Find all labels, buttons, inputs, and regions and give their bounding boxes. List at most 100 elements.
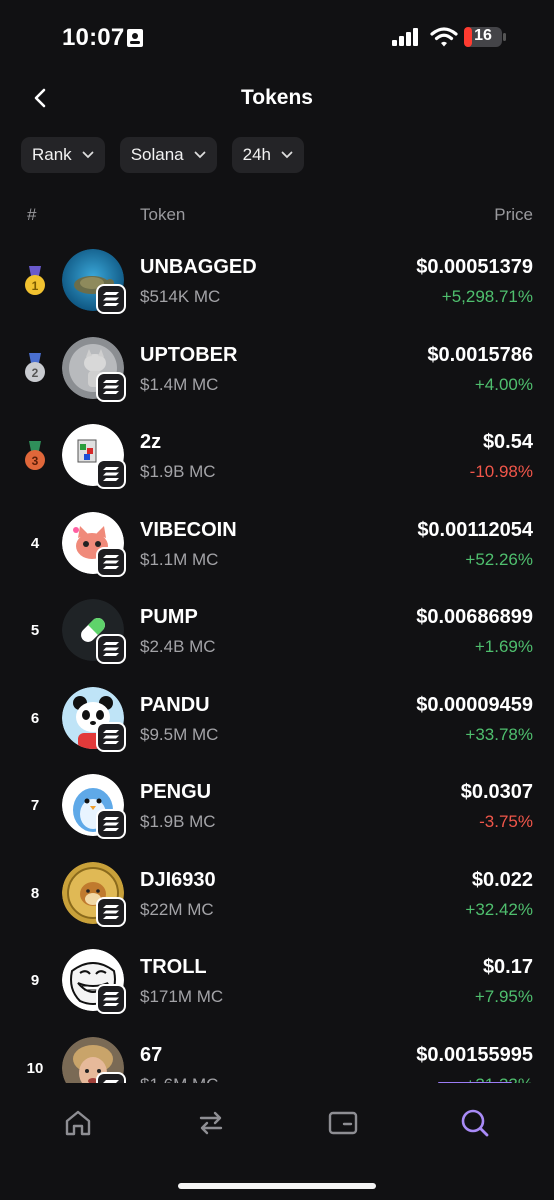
token-market-cap: $2.4B MC [140, 637, 216, 656]
filter-label: Solana [130, 145, 184, 164]
token-price: $0.17 [482, 956, 533, 978]
battery-level: 16 [474, 27, 492, 44]
token-market-cap: $1.6M MC [140, 1075, 218, 1084]
solana-chain-icon [96, 546, 126, 577]
status-time: 10:07 [62, 24, 125, 51]
id-card-icon [127, 29, 143, 47]
token-row[interactable]: 1 UNBAGGED $514K MC $0.00051379 +5,298.7… [0, 237, 554, 325]
page-title: Tokens [241, 86, 313, 109]
token-change: +4.00% [474, 374, 533, 394]
token-price: $0.00112054 [417, 518, 533, 541]
rank-number: 9 [30, 972, 40, 989]
token-row[interactable]: 4 VIBECOIN $1.1M MC $0.00112054 +52.26% [0, 500, 554, 588]
token-price: $0.0307 [460, 781, 533, 803]
silver-medal-icon: 2 [25, 353, 45, 382]
token-market-cap: $171M MC [140, 987, 224, 1006]
token-name: VIBECOIN [140, 518, 237, 541]
filter-label: 24h [242, 145, 271, 164]
token-change: +1.69% [474, 637, 533, 656]
column-header-token[interactable]: Token [140, 205, 185, 225]
token-row[interactable]: 7 PENGU $1.9B MC $0.0307 -3.75% [0, 762, 554, 850]
solana-chain-icon [96, 896, 126, 927]
token-price: $0.022 [471, 868, 533, 891]
solana-chain-icon [96, 634, 126, 664]
token-market-cap: $1.1M MC [140, 549, 219, 569]
token-name: 67 [140, 1043, 163, 1066]
token-market-cap: $22M MC [140, 899, 214, 919]
rank-cell: 3 [22, 412, 48, 499]
token-name: PANDU [140, 693, 210, 716]
search-icon [461, 1109, 489, 1137]
token-change: +33.78% [465, 724, 533, 744]
token-change: -10.98% [469, 462, 533, 481]
token-change: +32.42% [465, 899, 533, 919]
token-market-cap: $1.4M MC [140, 374, 219, 394]
nav-wallet-button[interactable] [323, 1103, 363, 1143]
token-price: $0.54 [482, 431, 533, 453]
token-change: +7.95% [474, 987, 533, 1006]
token-name: TROLL [140, 956, 207, 978]
token-row[interactable]: 8 DJI6930 $22M MC $0.022 +32.42% [0, 850, 554, 938]
token-row[interactable]: 3 2z $1.9B MC $0.54 -10.98% [0, 412, 554, 500]
rank-cell: 1 [22, 237, 48, 324]
rank-number: 8 [30, 884, 40, 902]
filter-bar: Rank Solana 24h [21, 137, 304, 173]
filter-label: Rank [32, 145, 72, 164]
token-change: +52.26% [465, 549, 533, 569]
cellular-signal-icon [392, 28, 418, 46]
solana-chain-icon [96, 1071, 126, 1083]
table-header: # Token Price [0, 205, 554, 229]
column-header-rank[interactable]: # [27, 205, 36, 225]
token-market-cap: $1.9B MC [140, 812, 216, 831]
token-price: $0.00686899 [416, 606, 533, 628]
token-market-cap: $514K MC [140, 287, 221, 306]
token-name: DJI6930 [140, 868, 216, 891]
gold-medal-icon: 1 [25, 265, 45, 295]
token-market-cap: $1.9B MC [140, 462, 216, 481]
wifi-icon [430, 27, 458, 47]
medal-rank: 2 [32, 366, 39, 380]
token-name: 2z [140, 431, 162, 453]
token-market-cap: $9.5M MC [140, 724, 219, 744]
solana-chain-icon [96, 371, 126, 402]
home-icon [65, 1110, 91, 1136]
bronze-medal-icon: 3 [25, 440, 45, 470]
token-row[interactable]: 10 67 $1.6M MC $0.00155995 +31.33% [0, 1025, 554, 1084]
rank-number: 4 [30, 534, 40, 552]
filter-timeframe-dropdown[interactable]: 24h [231, 137, 304, 173]
token-row[interactable]: 5 PUMP $2.4B MC $0.00686899 +1.69% [0, 587, 554, 675]
chevron-down-icon [82, 151, 94, 159]
chevron-down-icon [194, 151, 206, 159]
column-header-price[interactable]: Price [494, 205, 533, 225]
nav-home-button[interactable] [58, 1103, 98, 1143]
rank-number: 6 [30, 709, 40, 727]
token-row[interactable]: 9 TROLL $171M MC $0.17 +7.95% [0, 937, 554, 1025]
rank-number: 10 [26, 1059, 44, 1077]
token-row[interactable]: 6 PANDU $9.5M MC $0.00009459 +33.78% [0, 675, 554, 763]
solana-chain-icon [96, 721, 126, 752]
rank-cell: 2 [22, 325, 48, 412]
token-price: $0.00009459 [416, 693, 533, 716]
token-name: PENGU [140, 781, 212, 803]
swap-icon [199, 1111, 223, 1135]
home-indicator[interactable] [178, 1183, 376, 1189]
solana-chain-icon [96, 984, 126, 1014]
token-list: 1 UNBAGGED $514K MC $0.00051379 +5,298.7… [0, 237, 554, 1083]
chevron-left-icon [34, 88, 46, 108]
nav-search-button[interactable] [455, 1103, 495, 1143]
filter-rank-dropdown[interactable]: Rank [21, 137, 105, 173]
token-row[interactable]: 2 UPTOBER $1.4M MC $0.0015786 +4.00% [0, 325, 554, 413]
medal-rank: 1 [32, 279, 39, 293]
medal-rank: 3 [32, 454, 39, 468]
rank-number: 5 [30, 622, 40, 639]
filter-chain-dropdown[interactable]: Solana [119, 137, 217, 173]
rank-number: 7 [30, 797, 40, 814]
token-change: -3.75% [479, 812, 533, 831]
status-bar: 10:07 16 [0, 0, 554, 76]
back-button[interactable] [26, 84, 54, 112]
wallet-icon [328, 1111, 358, 1135]
token-name: UPTOBER [140, 343, 238, 366]
nav-swap-button[interactable] [191, 1103, 231, 1143]
token-change: +5,298.71% [441, 287, 533, 306]
solana-chain-icon [96, 809, 126, 839]
